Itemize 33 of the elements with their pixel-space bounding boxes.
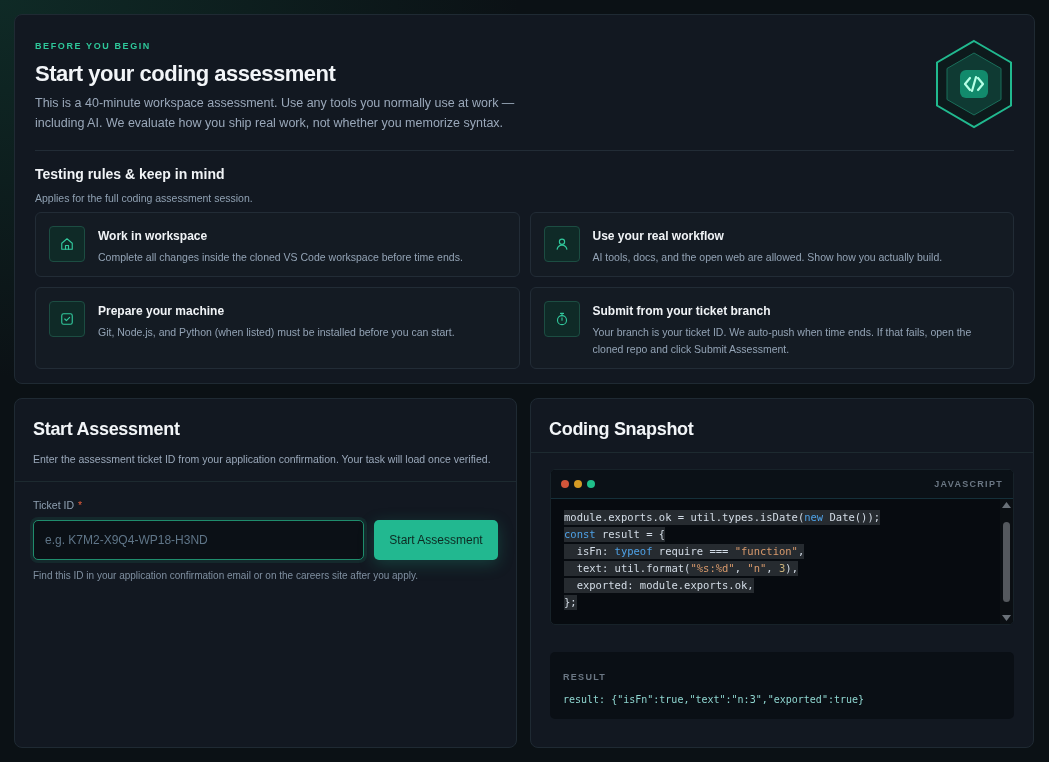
rule-title: Work in workspace: [98, 229, 208, 243]
rule-text: AI tools, docs, and the open web are allowed. Show how you actually build.: [592, 250, 943, 265]
window-dot-icon: [561, 480, 569, 488]
panel-title: Start Assessment: [33, 419, 181, 440]
rule-text: Complete all changes inside the cloned VS Code workspace before time ends.: [98, 250, 463, 265]
ticket-id-field[interactable]: e.g. K7M2-X9Q4-WP18-H3ND: [33, 520, 364, 560]
window-dot-icon: [587, 480, 595, 488]
panel-title: Coding Snapshot: [549, 419, 695, 440]
scroll-thumb[interactable]: [1003, 521, 1010, 602]
rules-heading: Testing rules & keep in mind: [35, 166, 225, 182]
scroll-down-icon[interactable]: [1002, 615, 1011, 621]
field-hint: Find this ID in your application confirmation email or on the careers site after you apply.: [33, 570, 419, 581]
scroll-up-icon[interactable]: [1002, 502, 1011, 508]
result-label: RESULT: [563, 672, 607, 682]
rules-subtitle: Applies for the full coding assessment session.: [35, 192, 254, 204]
field-label: Ticket ID: [33, 499, 75, 511]
rule-title: Submit from your ticket branch: [592, 304, 771, 318]
start-assessment-button[interactable]: Start Assessment: [374, 520, 498, 560]
intro-description: This is a 40-minute workspace assessment. Use any tools you normally use at work — including AI. We evaluate how you ship real work, not whether you memorize syntax.: [35, 95, 516, 132]
page-title: Start your coding assessment: [35, 61, 337, 87]
rule-text: Your branch is your ticket ID. We auto-push when time ends. If that fails, open the cloned repo and click Submit Assessment.: [592, 325, 973, 357]
eyebrow-label: BEFORE YOU BEGIN: [35, 41, 151, 51]
window-dot-icon: [574, 480, 582, 488]
required-mark: *: [78, 499, 83, 511]
result-output: result: {"isFn":true,"text":"n:3","exported":true}: [563, 694, 866, 705]
panel-description: Enter the assessment ticket ID from your application confirmation. Your task will load once verified.: [33, 452, 492, 467]
scrollbar[interactable]: [1000, 499, 1013, 624]
language-label: JAVASCRIPT: [934, 479, 1003, 489]
rule-title: Use your real workflow: [592, 229, 724, 243]
checkbox-icon: [58, 310, 76, 328]
rule-title: Prepare your machine: [98, 304, 225, 318]
rule-text: Git, Node.js, and Python (when listed) must be installed before you can start.: [98, 325, 455, 340]
house-icon: [58, 235, 76, 253]
